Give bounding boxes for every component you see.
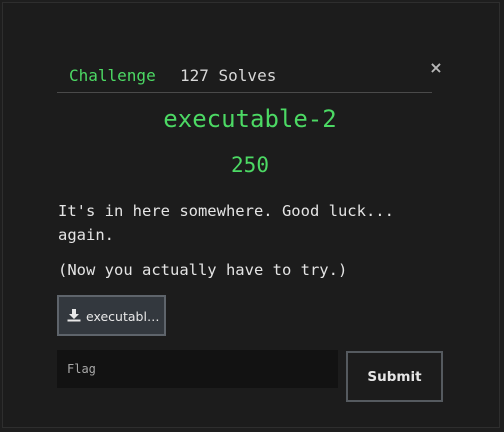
challenge-note: (Now you actually have to try.) [58, 261, 348, 279]
file-download-button[interactable]: executable-2 [57, 295, 166, 336]
download-icon [67, 309, 81, 322]
challenge-title: executable-2 [163, 105, 337, 133]
challenge-tabs: Challenge 127 Solves [57, 62, 432, 93]
tab-solves[interactable]: 127 Solves [180, 66, 276, 86]
challenge-points: 250 [231, 153, 269, 177]
flag-input[interactable] [57, 350, 338, 388]
challenge-description: It's in here somewhere. Good luck... aga… [58, 202, 394, 244]
tab-challenge[interactable]: Challenge [69, 66, 156, 86]
file-name: executable-2 [86, 309, 160, 324]
submit-button[interactable]: Submit [346, 351, 443, 402]
